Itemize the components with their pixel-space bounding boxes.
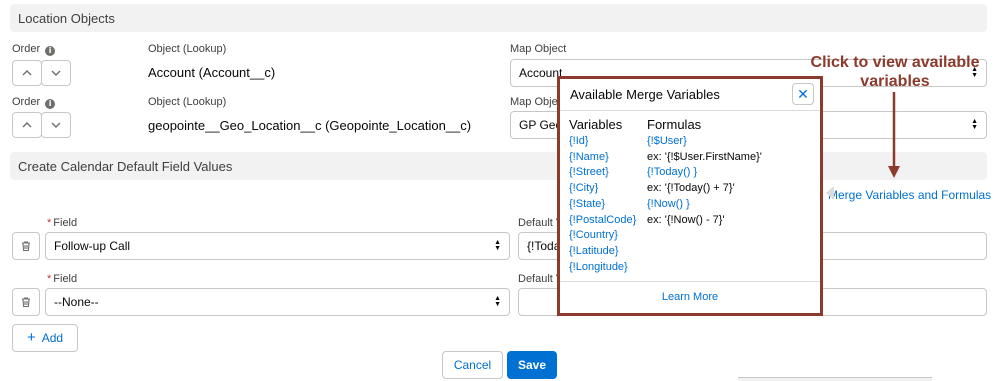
select-arrows-icon: ▲ ▼: [971, 118, 978, 131]
merge-variable-link[interactable]: {!Street}: [569, 165, 636, 181]
formula-example: ex: '{!$User.FirstName}': [647, 150, 762, 163]
delete-row-button[interactable]: [12, 288, 40, 316]
merge-variable-link[interactable]: {!City}: [569, 181, 636, 197]
chevron-up-icon: [22, 122, 32, 128]
move-down-button[interactable]: [41, 112, 71, 138]
field-select[interactable]: --None-- ▲ ▼: [45, 288, 510, 316]
plus-icon: +: [26, 329, 36, 346]
info-icon[interactable]: i: [45, 46, 56, 56]
annotation-callout: Click to view available variables: [810, 54, 980, 90]
info-icon[interactable]: i: [45, 99, 56, 109]
select-arrows-icon: ▲ ▼: [494, 295, 501, 308]
chevron-down-icon: [51, 70, 61, 76]
chevron-down-icon: [51, 122, 61, 128]
trash-icon: [22, 241, 30, 252]
merge-variable-link[interactable]: {!PostalCode}: [569, 213, 636, 229]
save-button[interactable]: Save: [507, 351, 557, 379]
map-object-label: Map Objec: [510, 96, 564, 108]
merge-variable-link[interactable]: {!Id}: [569, 134, 636, 150]
merge-variables-popover: Available Merge Variables ✕ Variables Fo…: [557, 76, 823, 316]
variables-list: {!Id} {!Name} {!Street} {!City} {!State}…: [569, 134, 636, 275]
object-value: geopointe__Geo_Location__c (Geopointe_Lo…: [148, 118, 472, 133]
order-label: Order i: [12, 43, 56, 56]
annotation-arrow: [888, 92, 900, 178]
merge-variable-link[interactable]: {!Latitude}: [569, 244, 636, 260]
section-header-calendar-defaults: Create Calendar Default Field Values: [10, 152, 987, 180]
add-button[interactable]: + Add: [12, 324, 78, 352]
move-up-button[interactable]: [12, 112, 42, 138]
learn-more-link[interactable]: Learn More: [560, 291, 820, 303]
delete-row-button[interactable]: [12, 232, 40, 260]
object-lookup-label: Object (Lookup): [148, 96, 227, 108]
scrollbar[interactable]: [738, 377, 932, 381]
object-lookup-label: Object (Lookup): [148, 43, 227, 55]
merge-variable-link[interactable]: {!Country}: [569, 228, 636, 244]
merge-variable-link[interactable]: {!State}: [569, 197, 636, 213]
formulas-title: Formulas: [647, 117, 702, 132]
formula-link[interactable]: {!Now() }: [647, 197, 762, 213]
object-value: Account (Account__c): [148, 65, 276, 80]
popover-nubbin: [826, 186, 834, 200]
formula-example: ex: '{!Now() - 7}': [647, 213, 725, 226]
popover-footer-divider: [560, 281, 820, 282]
merge-variables-link[interactable]: Merge Variables and Formulas: [828, 188, 991, 202]
cancel-button[interactable]: Cancel: [442, 351, 503, 379]
popover-header: Available Merge Variables: [560, 79, 820, 111]
formula-link[interactable]: {!Today() }: [647, 165, 762, 181]
merge-variable-link[interactable]: {!Name}: [569, 150, 636, 166]
move-up-button[interactable]: [12, 60, 42, 86]
select-arrows-icon: ▲ ▼: [494, 239, 501, 252]
section-header-location-objects: Location Objects: [10, 4, 987, 32]
trash-icon: [22, 297, 30, 308]
formulas-list: {!$User} ex: '{!$User.FirstName}' {!Toda…: [647, 134, 762, 228]
field-label: * Field: [47, 273, 78, 285]
section-title: Location Objects: [18, 10, 115, 26]
popover-title: Available Merge Variables: [570, 87, 720, 102]
merge-variable-link[interactable]: {!Longitude}: [569, 260, 636, 276]
variables-title: Variables: [569, 117, 623, 132]
field-label: * Field: [47, 217, 78, 229]
field-select[interactable]: Follow-up Call ▲ ▼: [45, 232, 510, 260]
chevron-up-icon: [22, 70, 32, 76]
move-down-button[interactable]: [41, 60, 71, 86]
formula-example: ex: '{!Today() + 7}': [647, 182, 735, 195]
map-object-label: Map Object: [510, 43, 567, 55]
section-title: Create Calendar Default Field Values: [18, 158, 233, 174]
order-label: Order i: [12, 96, 56, 109]
formula-link[interactable]: {!$User}: [647, 134, 762, 150]
